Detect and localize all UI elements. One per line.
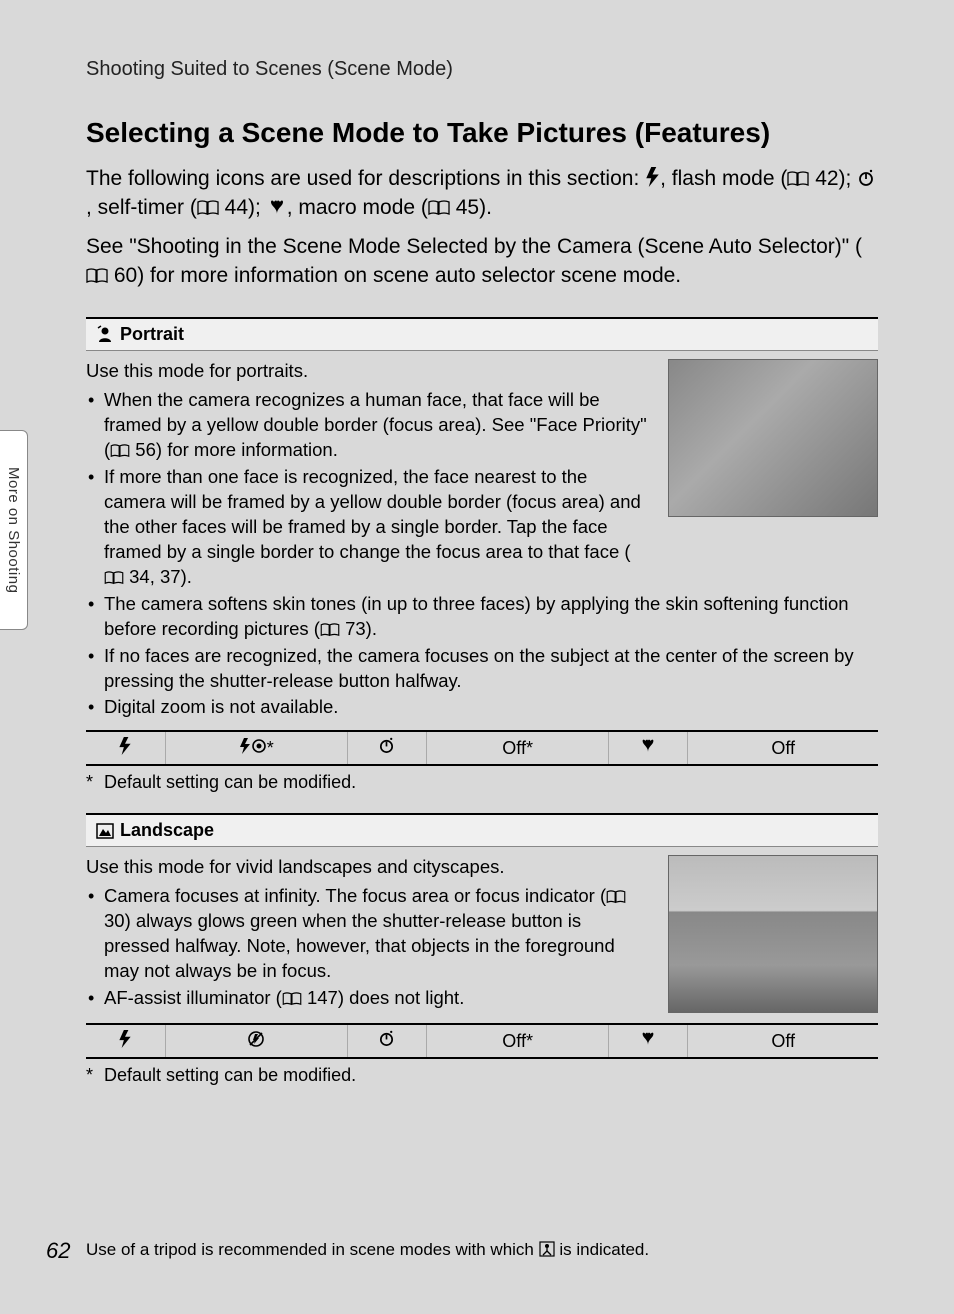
flash-icon xyxy=(239,738,251,754)
macro-icon xyxy=(639,737,657,754)
timer-value-cell: Off* xyxy=(427,731,609,765)
macro-header-cell xyxy=(609,731,688,765)
portrait-sample-image xyxy=(668,359,878,517)
list-item: The camera softens skin tones (in up to … xyxy=(104,592,878,642)
self-timer-icon xyxy=(378,737,395,754)
flash-value-cell xyxy=(165,1024,347,1058)
book-icon xyxy=(606,890,626,904)
timer-header-cell xyxy=(347,1024,426,1058)
self-timer-icon xyxy=(378,1030,395,1047)
page-number: 62 xyxy=(46,1238,70,1264)
list-item: If more than one face is recognized, the… xyxy=(104,465,650,590)
portrait-text-full: The camera softens skin tones (in up to … xyxy=(86,592,878,721)
portrait-header-text: Portrait xyxy=(120,324,184,345)
book-icon xyxy=(110,444,130,458)
list-item: When the camera recognizes a human face,… xyxy=(104,388,650,463)
landscape-header: Landscape xyxy=(86,813,878,847)
macro-icon xyxy=(267,198,287,216)
flash-header-cell xyxy=(86,731,165,765)
landscape-mode-icon xyxy=(96,823,114,839)
list-item: AF-assist illuminator ( 147) does not li… xyxy=(104,986,650,1011)
list-item: If no faces are recognized, the camera f… xyxy=(104,644,878,694)
flash-icon xyxy=(118,737,132,755)
timer-header-cell xyxy=(347,731,426,765)
page-title: Selecting a Scene Mode to Take Pictures … xyxy=(86,117,878,149)
flash-icon xyxy=(118,1030,132,1048)
tripod-icon xyxy=(539,1241,555,1257)
landscape-text: Use this mode for vivid landscapes and c… xyxy=(86,855,650,1013)
book-icon xyxy=(86,268,108,284)
list-item: Digital zoom is not available. xyxy=(104,695,878,720)
flash-header-cell xyxy=(86,1024,165,1058)
breadcrumb: Shooting Suited to Scenes (Scene Mode) xyxy=(86,58,878,81)
macro-icon xyxy=(639,1030,657,1047)
page-content: Shooting Suited to Scenes (Scene Mode) S… xyxy=(0,0,954,1314)
book-icon xyxy=(282,992,302,1006)
intro-paragraph-1: The following icons are used for descrip… xyxy=(86,165,878,223)
timer-value-cell: Off* xyxy=(427,1024,609,1058)
book-icon xyxy=(104,571,124,585)
intro-paragraph-2: See "Shooting in the Scene Mode Selected… xyxy=(86,233,878,291)
book-icon xyxy=(320,623,340,637)
portrait-header: Portrait xyxy=(86,317,878,351)
flash-off-icon xyxy=(247,1030,265,1048)
macro-header-cell xyxy=(609,1024,688,1058)
portrait-text: Use this mode for portraits. When the ca… xyxy=(86,359,650,592)
landscape-footnote: *Default setting can be modified. xyxy=(86,1065,878,1086)
list-item: Camera focuses at infinity. The focus ar… xyxy=(104,884,650,984)
portrait-settings-table: * Off* Off xyxy=(86,730,878,766)
redeye-icon xyxy=(251,738,267,754)
portrait-footnote: *Default setting can be modified. xyxy=(86,772,878,793)
portrait-body: Use this mode for portraits. When the ca… xyxy=(86,359,878,592)
flash-icon xyxy=(645,167,660,187)
book-icon xyxy=(428,200,450,216)
book-icon xyxy=(197,200,219,216)
landscape-body: Use this mode for vivid landscapes and c… xyxy=(86,855,878,1013)
landscape-header-text: Landscape xyxy=(120,820,214,841)
book-icon xyxy=(787,171,809,187)
macro-value-cell: Off xyxy=(688,1024,878,1058)
flash-value-cell: * xyxy=(165,731,347,765)
self-timer-icon xyxy=(857,169,875,187)
macro-value-cell: Off xyxy=(688,731,878,765)
page-footer: Use of a tripod is recommended in scene … xyxy=(86,1240,878,1260)
landscape-sample-image xyxy=(668,855,878,1013)
landscape-settings-table: Off* Off xyxy=(86,1023,878,1059)
portrait-mode-icon xyxy=(96,325,114,343)
